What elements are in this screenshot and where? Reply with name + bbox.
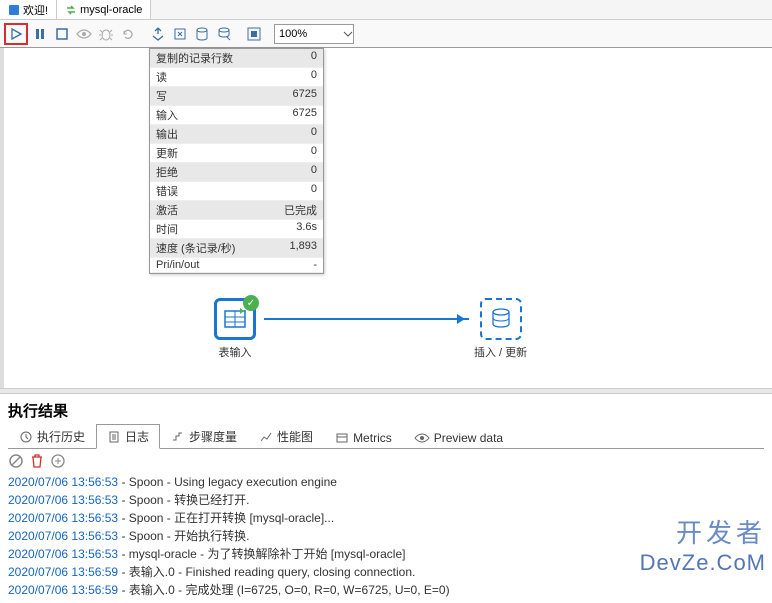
eye-icon [414, 432, 430, 444]
results-icon [247, 27, 261, 41]
result-tabs: 执行历史 日志 步骤度量 性能图 Metrics Preview data [8, 425, 764, 449]
tab-mysql-oracle[interactable]: mysql-oracle [57, 0, 151, 19]
eye-icon [76, 28, 92, 40]
bug-icon [99, 27, 113, 41]
explore-icon [217, 27, 231, 41]
log-icon [107, 430, 121, 444]
explore-button[interactable] [214, 24, 234, 44]
pause-button[interactable] [30, 24, 50, 44]
stats-row: 输出0 [150, 125, 323, 144]
table-input-icon [222, 306, 248, 332]
log-line: 2020/07/06 13:56:59 - 表输入.0 - 完成处理 (I=67… [8, 581, 764, 599]
chevron-down-icon [343, 31, 353, 37]
log-output[interactable]: 2020/07/06 13:56:53 - Spoon - Using lega… [8, 473, 764, 599]
welcome-icon [8, 4, 20, 16]
log-line: 2020/07/06 13:56:53 - Spoon - 开始执行转换. [8, 527, 764, 545]
stats-row: 时间3.6s [150, 220, 323, 239]
replay-button[interactable] [118, 24, 138, 44]
results-panel: 执行结果 执行历史 日志 步骤度量 性能图 Metrics Preview da… [0, 394, 772, 603]
impact-icon [173, 27, 187, 41]
stop-button[interactable] [52, 24, 72, 44]
node-label: 插入 / 更新 [474, 344, 527, 360]
log-line: 2020/07/06 13:56:59 - 表输入.0 - Finished r… [8, 563, 764, 581]
log-toolbar [8, 449, 764, 473]
debug-button[interactable] [96, 24, 116, 44]
canvas[interactable]: 复制的记录行数0 读0 写6725 输入6725 输出0 更新0 拒绝0 错误0… [0, 48, 772, 388]
stop-icon [56, 28, 68, 40]
toolbar [0, 20, 772, 48]
node-box [480, 298, 522, 340]
verify-icon [151, 27, 165, 41]
node-label: 表输入 [214, 344, 256, 360]
stats-row: 错误0 [150, 182, 323, 201]
log-cancel-icon[interactable] [8, 453, 24, 469]
database-icon [488, 306, 514, 332]
results-title: 执行结果 [8, 400, 764, 421]
zoom-dropdown[interactable] [338, 24, 358, 44]
tab-welcome[interactable]: 欢迎! [0, 0, 57, 19]
log-line: 2020/07/06 13:56:53 - Spoon - 正在打开转换 [my… [8, 509, 764, 527]
log-line: 2020/07/06 13:56:53 - mysql-oracle - 为了转… [8, 545, 764, 563]
chart-icon [259, 430, 273, 444]
tab-log[interactable]: 日志 [96, 424, 160, 449]
impact-button[interactable] [170, 24, 190, 44]
verify-button[interactable] [148, 24, 168, 44]
replay-icon [121, 27, 135, 41]
node-insert-update[interactable]: 插入 / 更新 [474, 298, 527, 360]
tab-exec-history[interactable]: 执行历史 [8, 424, 96, 448]
run-button[interactable] [4, 23, 28, 45]
sql-button[interactable] [192, 24, 212, 44]
stats-row: 写6725 [150, 87, 323, 106]
stats-panel: 复制的记录行数0 读0 写6725 输入6725 输出0 更新0 拒绝0 错误0… [149, 48, 324, 274]
history-icon [19, 430, 33, 444]
step-metrics-icon [171, 430, 185, 444]
play-icon [10, 28, 22, 40]
stats-row: 更新0 [150, 144, 323, 163]
log-line: 2020/07/06 13:56:53 - Spoon - Using lega… [8, 473, 764, 491]
tab-step-metrics[interactable]: 步骤度量 [160, 424, 248, 448]
log-settings-icon[interactable] [50, 453, 66, 469]
tab-metrics[interactable]: Metrics [324, 427, 403, 448]
stats-row: 复制的记录行数0 [150, 49, 323, 68]
log-line: 2020/07/06 13:56:53 - Spoon - 转换已经打开. [8, 491, 764, 509]
log-delete-icon[interactable] [30, 453, 44, 469]
stats-row: 输入6725 [150, 106, 323, 125]
stats-row: 拒绝0 [150, 163, 323, 182]
stats-row: Pri/in/out- [150, 258, 323, 273]
metrics-icon [335, 431, 349, 445]
stats-row: 激活已完成 [150, 201, 323, 220]
hop-arrow[interactable] [264, 318, 469, 320]
transform-icon [65, 4, 77, 16]
node-box: ✓ [214, 298, 256, 340]
stats-row: 速度 (条记录/秒)1,893 [150, 239, 323, 258]
tab-perf-chart[interactable]: 性能图 [248, 424, 324, 448]
tab-label: mysql-oracle [80, 4, 142, 16]
sql-icon [195, 27, 209, 41]
stats-row: 读0 [150, 68, 323, 87]
tab-label: 欢迎! [23, 2, 48, 18]
pause-icon [33, 27, 47, 41]
node-table-input[interactable]: ✓ 表输入 [214, 298, 256, 360]
show-results-button[interactable] [244, 24, 264, 44]
preview-button[interactable] [74, 24, 94, 44]
tab-preview-data[interactable]: Preview data [403, 427, 514, 448]
editor-tabs: 欢迎! mysql-oracle [0, 0, 772, 20]
success-badge: ✓ [243, 295, 259, 311]
